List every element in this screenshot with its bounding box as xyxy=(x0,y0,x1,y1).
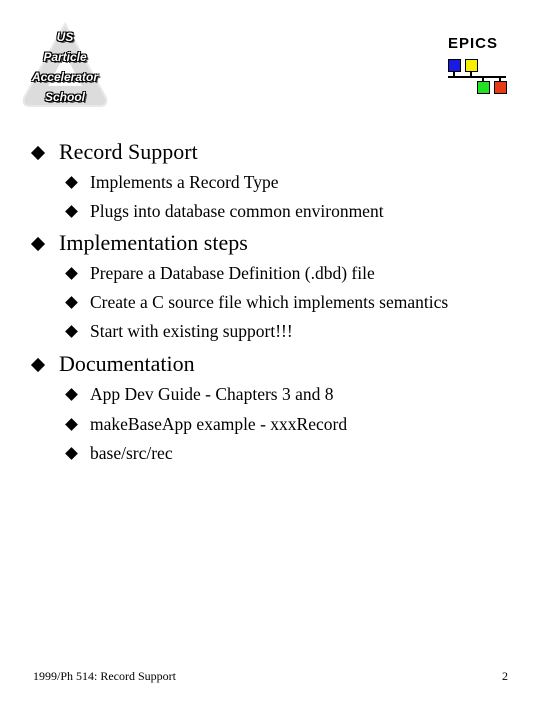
uspas-logo: US Particle Accelerator School xyxy=(20,20,110,112)
bullet-diamond-icon xyxy=(30,357,46,373)
uspas-logo-line: Accelerator xyxy=(31,70,99,84)
uspas-logo-line: Particle xyxy=(43,50,87,64)
bullet-level2: Create a C source file which implements … xyxy=(90,292,449,312)
bullet-diamond-icon xyxy=(65,447,78,460)
bullet-level2: makeBaseApp example - xxxRecord xyxy=(90,414,348,434)
bullet-level2: base/src/rec xyxy=(90,443,173,463)
epics-node-blue-icon xyxy=(448,59,461,72)
bullet-level2: Plugs into database common environment xyxy=(90,201,384,221)
bullet-level2: Prepare a Database Definition (.dbd) fil… xyxy=(90,263,375,283)
epics-logo-title: EPICS xyxy=(448,35,499,52)
page-number: 2 xyxy=(502,669,508,683)
bullet-diamond-icon xyxy=(65,388,78,401)
epics-node-yellow-icon xyxy=(465,59,478,72)
uspas-logo-line: US xyxy=(56,30,74,44)
bullet-diamond-icon xyxy=(65,418,78,431)
bullet-level2: App Dev Guide - Chapters 3 and 8 xyxy=(90,384,334,404)
epics-network-bus-icon xyxy=(448,76,506,78)
epics-node-green-icon xyxy=(477,81,490,94)
bullet-level2: Start with existing support!!! xyxy=(90,321,293,341)
bullet-diamond-icon xyxy=(65,296,78,309)
bullet-diamond-icon xyxy=(30,236,46,252)
bullet-level1: Record Support xyxy=(59,139,198,164)
bullet-level1: Implementation steps xyxy=(59,230,248,255)
bullet-diamond-icon xyxy=(65,176,78,189)
bullet-diamond-icon xyxy=(30,145,46,161)
bullet-diamond-icon xyxy=(65,267,78,280)
uspas-logo-line: School xyxy=(44,90,85,104)
footer-course-label: 1999/Ph 514: Record Support xyxy=(33,669,176,683)
bullet-level1: Documentation xyxy=(59,351,195,376)
epics-logo: EPICS xyxy=(440,30,520,100)
bullet-diamond-icon xyxy=(65,205,78,218)
bullet-diamond-icon xyxy=(65,325,78,338)
bullet-level2: Implements a Record Type xyxy=(90,172,279,192)
epics-node-red-icon xyxy=(494,81,507,94)
